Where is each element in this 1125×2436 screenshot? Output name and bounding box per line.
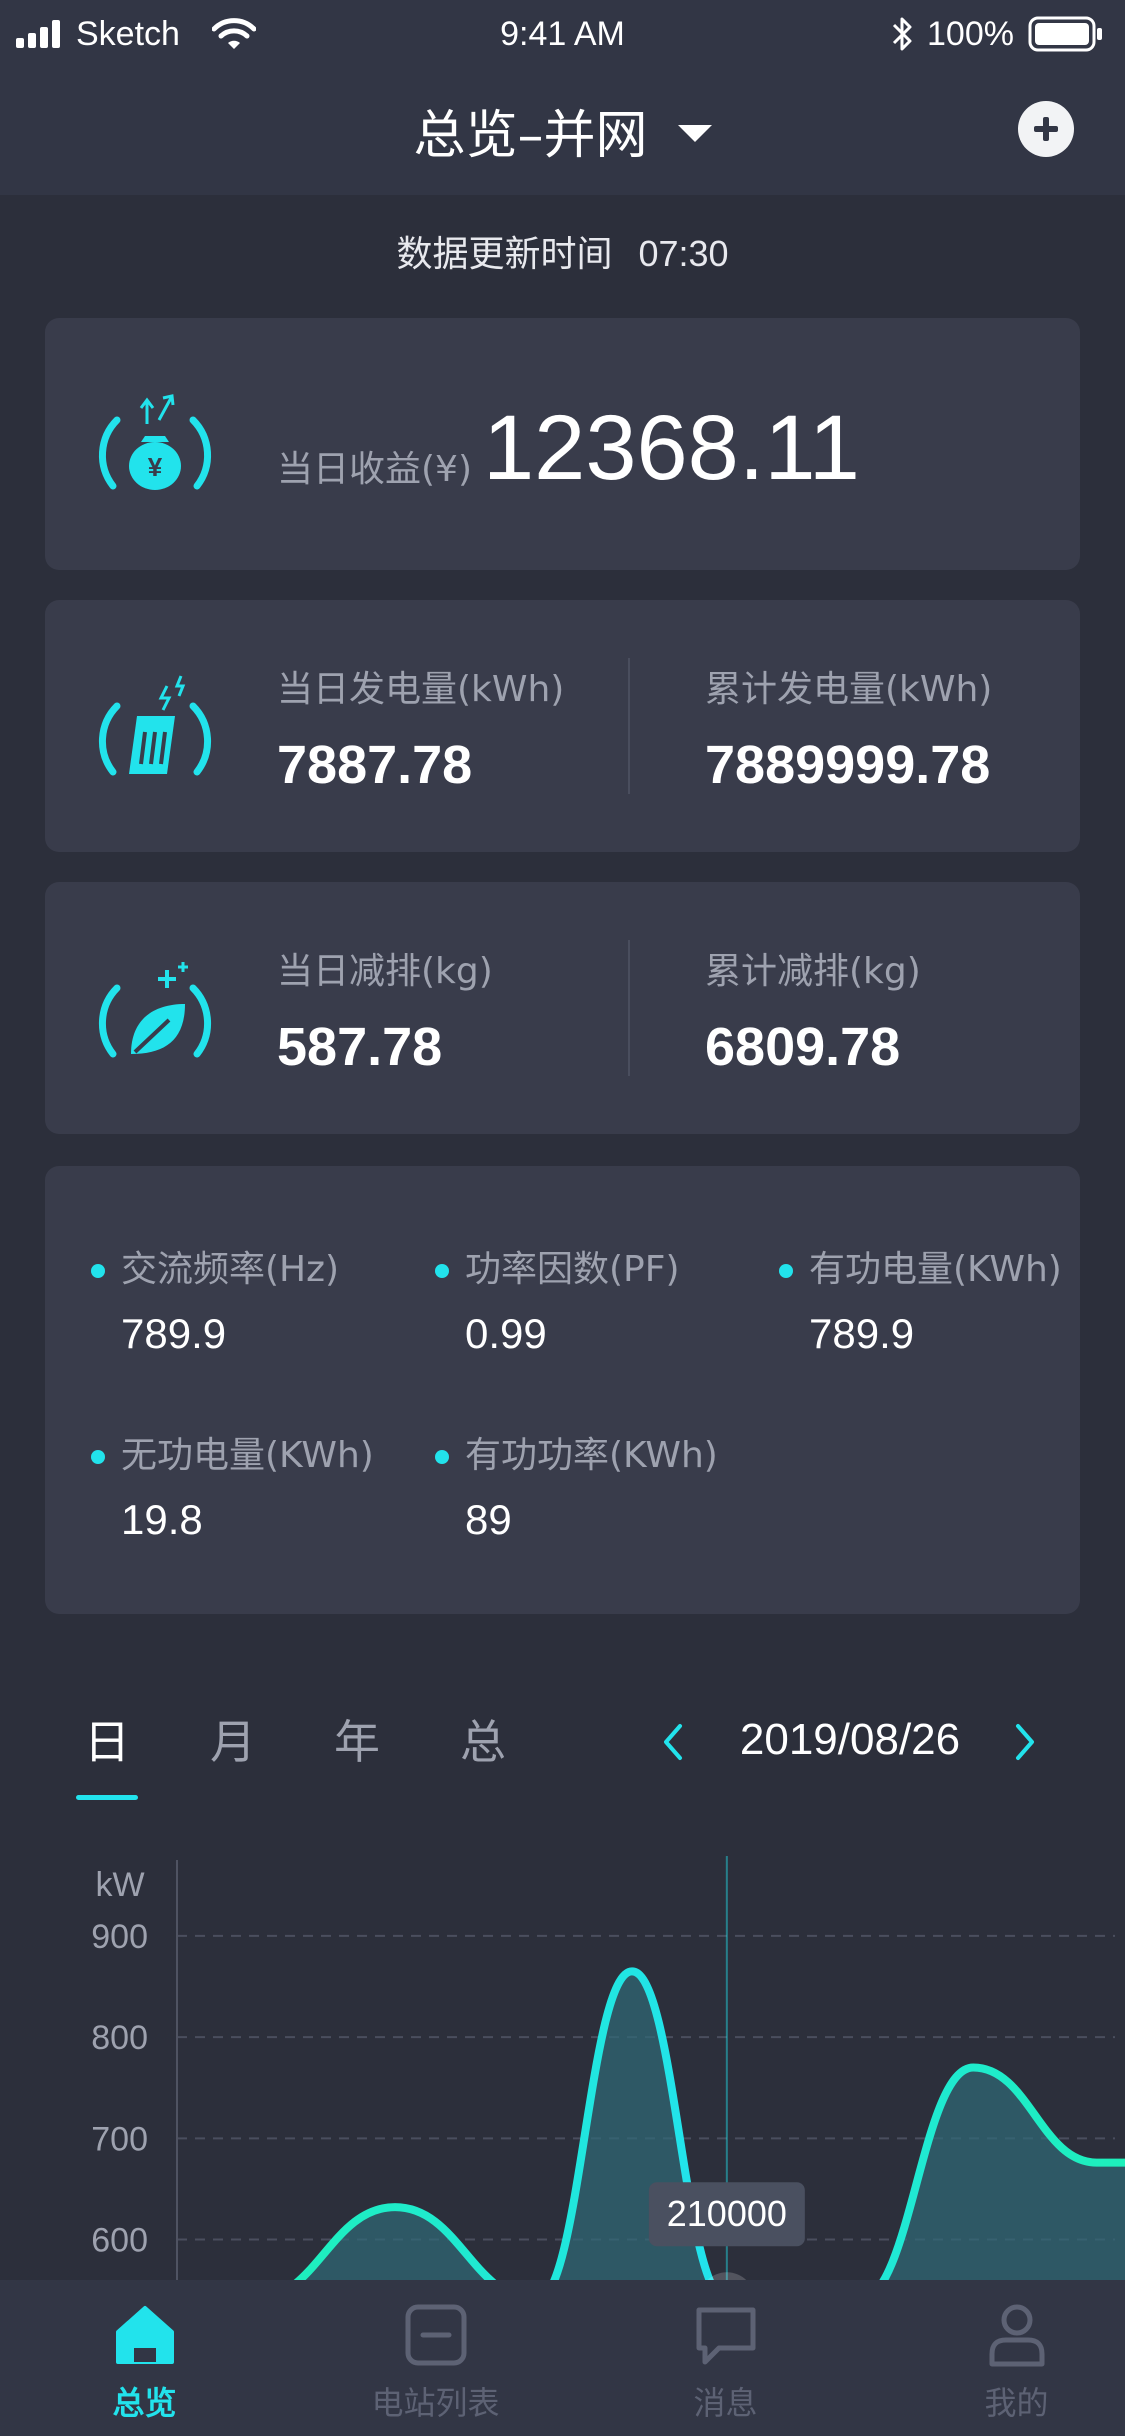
total-generation-label: 累计发电量(kWh) [705,669,993,710]
total-emission-value: 6809.78 [705,1017,901,1077]
tooltip-value: 210000 [667,2193,787,2234]
tabbar-item-messages[interactable]: 消息 [585,2280,866,2436]
station-list-icon [405,2304,467,2366]
metric-label: 有功电量(KWh) [809,1249,1062,1290]
tab-total[interactable]: 总 [460,1712,506,1772]
today-emission-label: 当日减排(kg) [277,951,493,992]
y-tick-labels: 900 800 700 600 [91,1918,148,2260]
chevron-left-icon[interactable] [654,1722,694,1762]
top-bar: Sketch 9:41 AM 100% 总览–并网 [0,0,1125,195]
y-axis-unit: kW [95,1866,144,1904]
tab-month[interactable]: 月 [210,1712,256,1772]
battery-icon [1028,16,1102,52]
metric-value: 0.99 [465,1310,547,1357]
caret-down-icon [677,124,712,142]
update-time-line: 数据更新时间 07:30 [0,226,1125,283]
tabbar-item-profile[interactable]: 我的 [876,2280,1125,2436]
message-icon [696,2307,756,2365]
active-tab-indicator [76,1795,138,1800]
bullet-dot [91,1264,105,1278]
metric-value: 789.9 [809,1310,915,1357]
tabbar-label: 我的 [984,2384,1049,2422]
card-divider [628,940,630,1076]
bullet-dot [91,1450,105,1464]
y-tick-label: 700 [91,2120,148,2158]
metric-label: 无功电量(KWh) [121,1435,374,1476]
update-time-value: 07:30 [638,233,729,274]
bottom-tab-bar: 总览 电站列表 消息 我的 [0,2280,1125,2436]
total-emission-label: 累计减排(kg) [705,951,921,992]
tab-year[interactable]: 年 [334,1712,380,1772]
battery-label: 100% [927,15,1014,53]
today-generation-label: 当日发电量(kWh) [277,669,565,710]
bullet-dot [779,1264,793,1278]
power-chart: kW 900 800 700 600 210000 [91,1856,1125,2280]
tabbar-item-station-list[interactable]: 电站列表 [295,2280,576,2436]
metric-label: 交流频率(Hz) [121,1249,340,1290]
money-bag-gauge-icon: ¥ [98,394,212,490]
bullet-dot [435,1264,449,1278]
bluetooth-icon [892,17,912,51]
y-tick-label: 900 [91,1918,148,1956]
income-label: 当日收益(¥) [277,449,472,490]
y-tick-label: 800 [91,2019,148,2057]
tabbar-item-overview[interactable]: 总览 [4,2280,285,2436]
metrics-card: 交流频率(Hz) 789.9 功率因数(PF) 0.99 有功电量(KWh) 7… [45,1166,1080,1614]
total-generation-value: 7889999.78 [705,735,991,795]
plus-circle-icon[interactable] [1018,101,1074,157]
bullet-dot [435,1450,449,1464]
income-card[interactable]: ¥ 当日收益(¥) 12368.11 [45,318,1080,570]
metric-label: 功率因数(PF) [465,1249,680,1290]
generation-card[interactable]: 当日发电量(kWh) 7887.78 累计发电量(kWh) 7889999.78 [45,600,1080,852]
today-generation-value: 7887.78 [277,735,473,795]
metric-value: 19.8 [121,1496,203,1543]
page-title: 总览–并网 [413,105,648,166]
home-icon [116,2306,174,2364]
today-emission-value: 587.78 [277,1017,443,1077]
leaf-gauge-icon [98,962,212,1058]
solar-panel-gauge-icon [98,675,212,776]
y-tick-label: 600 [91,2222,148,2260]
tabbar-label: 电站列表 [371,2384,500,2422]
date-label: 2019/08/26 [739,1715,961,1764]
tabbar-label: 消息 [693,2384,758,2422]
tab-day[interactable]: 日 [84,1712,130,1772]
metric-label: 有功功率(KWh) [465,1435,718,1476]
user-icon [989,2304,1045,2367]
card-divider [628,658,630,794]
tabbar-label: 总览 [112,2384,177,2422]
svg-text:¥: ¥ [148,452,163,482]
income-value: 12368.11 [483,397,860,499]
station-selector[interactable]: 总览–并网 [0,92,1125,168]
emission-card[interactable]: 当日减排(kg) 587.78 累计减排(kg) 6809.78 [45,882,1080,1134]
metric-value: 89 [465,1496,512,1543]
update-time-label: 数据更新时间 [396,234,613,275]
chevron-right-icon[interactable] [1004,1722,1044,1762]
metric-value: 789.9 [121,1310,227,1357]
